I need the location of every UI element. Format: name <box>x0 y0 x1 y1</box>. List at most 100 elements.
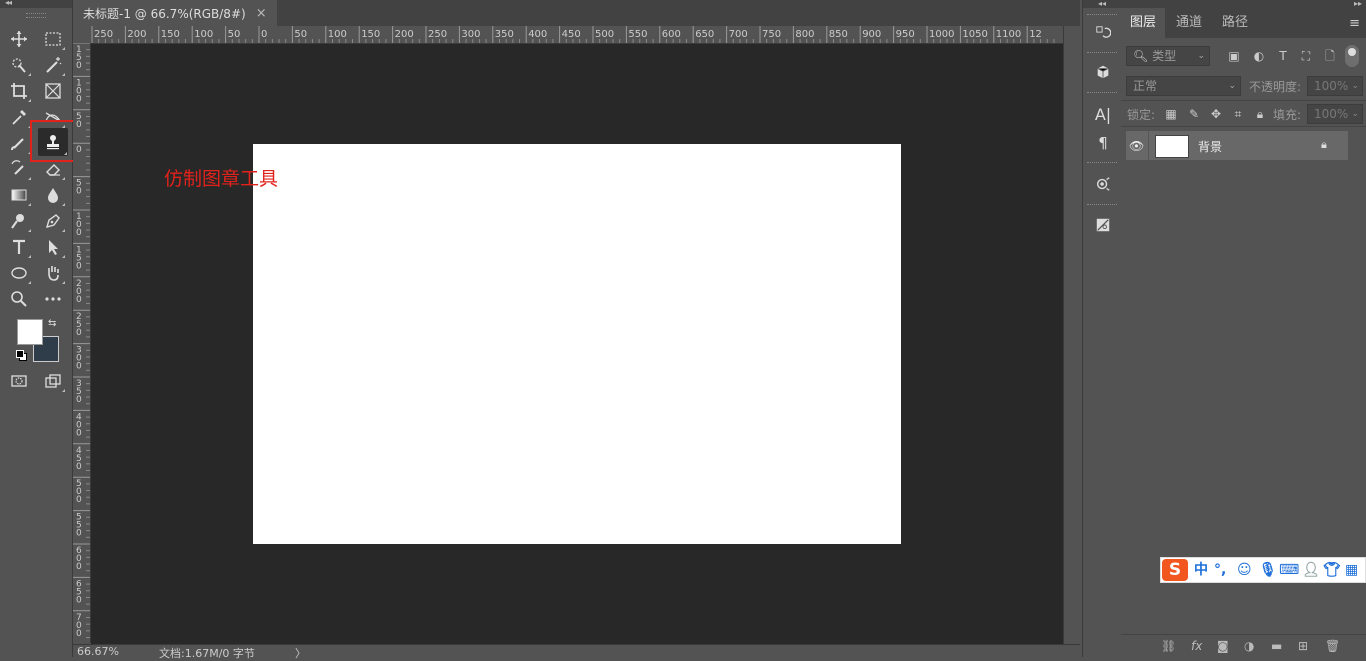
new-layer-icon[interactable]: ⊞ <box>1298 639 1308 653</box>
lock-image-icon[interactable]: ✎ <box>1187 107 1201 121</box>
ime-punctuation[interactable]: °, <box>1214 562 1226 578</box>
swap-colors-icon[interactable]: ⇆ <box>48 318 56 329</box>
panel-menu-icon[interactable]: ≡ <box>1349 16 1360 31</box>
chevron-down-icon: ⌄ <box>1351 81 1359 91</box>
dock-grip[interactable] <box>1087 52 1117 57</box>
tab-channels[interactable]: 通道 <box>1167 8 1211 38</box>
magic-wand-tool-icon[interactable] <box>40 53 66 77</box>
dock-collapse-bar[interactable]: ◂◂ <box>1083 0 1121 8</box>
lock-position-icon[interactable]: ✥ <box>1209 107 1223 121</box>
filter-smart-object-icon[interactable]: 🗋︎ <box>1323 49 1337 63</box>
ruler-label: 250 <box>94 29 113 40</box>
ruler-label: 550 <box>628 29 647 40</box>
properties-panel-icon[interactable] <box>1092 173 1114 195</box>
opacity-input[interactable]: 100% ⌄ <box>1307 76 1363 96</box>
blur-tool-icon[interactable] <box>40 183 66 207</box>
ruler-label: 350 <box>495 29 514 40</box>
ruler-label: 650 <box>695 29 714 40</box>
ime-language[interactable]: 中 <box>1194 562 1208 578</box>
dock-grip[interactable] <box>1087 14 1117 19</box>
dock-grip[interactable] <box>1087 92 1117 97</box>
document-canvas[interactable] <box>253 144 901 544</box>
layer-style-icon[interactable]: fx <box>1191 639 1202 653</box>
path-selection-tool-icon[interactable] <box>40 235 66 259</box>
eye-icon[interactable]: 👁︎ <box>1129 139 1144 153</box>
ruler-label: 1050 <box>962 29 987 40</box>
3d-panel-icon[interactable] <box>1092 61 1114 83</box>
skin-icon[interactable]: 👕︎ <box>1323 562 1341 578</box>
layer-thumbnail <box>1155 135 1189 158</box>
pen-tool-icon[interactable] <box>40 209 66 233</box>
lock-transparent-icon[interactable]: ▦ <box>1164 107 1178 121</box>
new-group-icon[interactable]: ▬ <box>1271 639 1282 653</box>
keyboard-icon[interactable]: ⌨ <box>1279 562 1299 578</box>
marquee-tool-icon[interactable] <box>40 27 66 51</box>
paragraph-panel-icon[interactable]: ¶ <box>1092 132 1114 154</box>
ruler-label: 450 <box>562 29 581 40</box>
close-tab-icon[interactable]: × <box>256 6 267 21</box>
fill-input[interactable]: 100% ⌄ <box>1307 104 1363 124</box>
history-panel-icon[interactable] <box>1092 22 1114 44</box>
type-tool-icon[interactable] <box>6 235 32 259</box>
default-colors-icon[interactable] <box>16 350 27 361</box>
move-tool-icon[interactable] <box>6 27 32 51</box>
eyedropper-tool-icon[interactable] <box>6 105 32 129</box>
dock-grip[interactable] <box>1087 204 1117 209</box>
dock-grip[interactable] <box>1087 162 1117 167</box>
quick-mask-icon[interactable] <box>6 369 32 393</box>
delete-layer-icon[interactable]: 🗑︎ <box>1325 639 1340 653</box>
lock-artboard-icon[interactable]: ⌗ <box>1231 107 1245 121</box>
tab-layers[interactable]: 图层 <box>1121 8 1166 38</box>
status-menu-arrow[interactable]: 〉 <box>295 645 306 661</box>
toolbar-grip[interactable] <box>26 13 46 18</box>
ruler-label: 0 <box>76 145 82 155</box>
gradient-tool-icon[interactable] <box>6 183 32 207</box>
add-mask-icon[interactable]: ◙ <box>1217 639 1229 653</box>
layer-filter-select[interactable]: 🔍︎ 类型 ⌄ <box>1126 46 1210 66</box>
filter-type-icon[interactable]: T <box>1276 49 1290 63</box>
lock-label: 锁定: <box>1127 108 1156 122</box>
toolbar-collapse-bar[interactable]: ◂◂ <box>0 0 72 8</box>
vertical-ruler[interactable]: 1501005005010015020025030035040045050055… <box>73 43 91 643</box>
blend-mode-select[interactable]: 正常 ⌄ <box>1126 76 1241 96</box>
layer-name[interactable]: 背景 <box>1198 138 1222 155</box>
filter-shape-icon[interactable]: ⛶ <box>1299 49 1313 63</box>
new-adjustment-layer-icon[interactable]: ◑ <box>1244 639 1254 653</box>
lock-all-icon[interactable]: 🔒︎ <box>1253 107 1267 121</box>
ruler-label: 500 <box>595 29 614 40</box>
crop-tool-icon[interactable] <box>6 79 32 103</box>
toolbox-icon[interactable]: ▦ <box>1345 562 1358 578</box>
hand-tool-icon[interactable] <box>40 261 66 285</box>
link-layers-icon[interactable]: ⛓ <box>1161 639 1176 653</box>
tab-paths[interactable]: 路径 <box>1213 8 1257 38</box>
filter-pixel-icon[interactable]: ▣ <box>1227 49 1241 63</box>
search-icon: 🔍︎ <box>1133 49 1149 63</box>
emoji-icon[interactable]: ☺ <box>1237 562 1252 578</box>
document-tab[interactable]: 未标题-1 @ 66.7%(RGB/8#) × <box>73 0 277 26</box>
adjustments-panel-icon[interactable] <box>1092 214 1114 236</box>
ruler-label: 12 <box>1029 29 1042 40</box>
history-brush-tool-icon[interactable] <box>6 157 32 181</box>
zoom-level[interactable]: 66.67% <box>77 645 119 658</box>
layer-lock-icon: 🔒︎ <box>1321 138 1327 151</box>
frame-tool-icon[interactable] <box>40 79 66 103</box>
ellipse-tool-icon[interactable] <box>6 261 32 285</box>
microphone-icon[interactable]: 🎙︎ <box>1259 562 1277 578</box>
quick-selection-tool-icon[interactable] <box>6 53 32 77</box>
sogou-logo-icon[interactable]: S <box>1162 559 1188 581</box>
vertical-scrollbar[interactable] <box>1063 26 1081 644</box>
brush-tool-icon[interactable] <box>6 131 32 155</box>
screen-mode-icon[interactable] <box>40 369 66 393</box>
zoom-tool-icon[interactable] <box>6 287 32 311</box>
filter-adjustment-icon[interactable]: ◐ <box>1252 49 1266 63</box>
panel-collapse-bar[interactable]: ▸▸ <box>1121 0 1366 8</box>
dodge-tool-icon[interactable] <box>6 209 32 233</box>
filter-toggle[interactable] <box>1345 45 1359 67</box>
foreground-color-swatch[interactable] <box>17 319 43 345</box>
user-icon[interactable]: 👤︎ <box>1302 562 1320 578</box>
character-panel-icon[interactable]: A| <box>1092 103 1114 125</box>
more-tools-icon[interactable] <box>40 287 66 311</box>
chevron-down-icon: ⌄ <box>1351 109 1359 119</box>
layer-row-background[interactable]: 👁︎ 背景 🔒︎ <box>1126 131 1348 160</box>
horizontal-ruler[interactable]: 250 200 150 100 50 0 50 100 150 200 250 300 350 400 45… <box>91 26 1063 44</box>
